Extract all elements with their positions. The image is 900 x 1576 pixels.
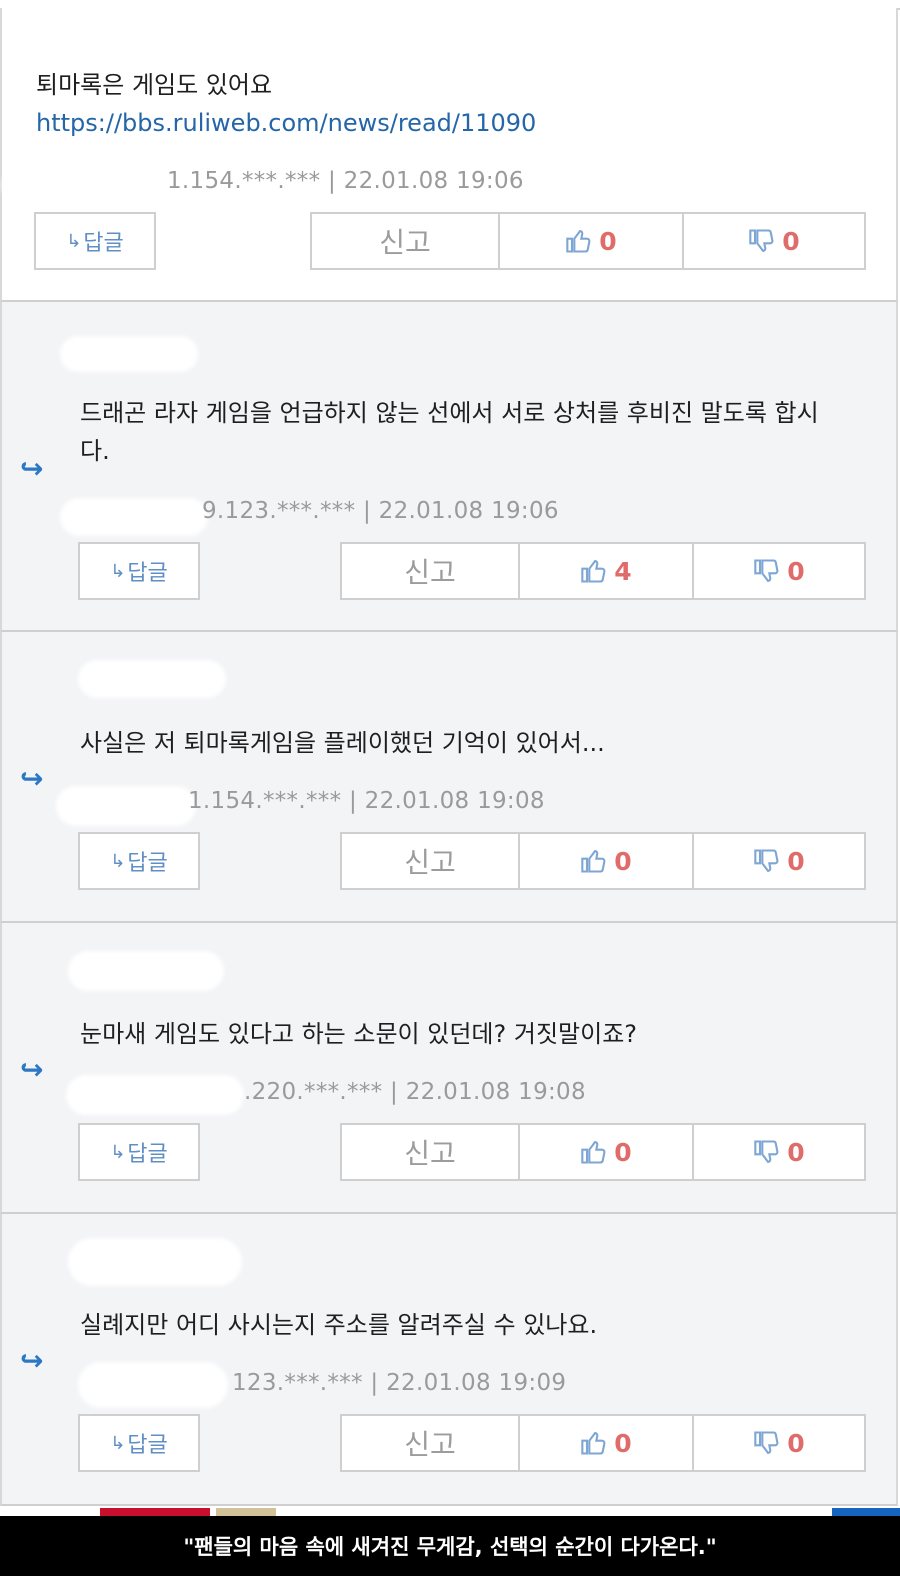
comment-line: 퇴마록은 게임도 있어요: [36, 71, 273, 99]
reply-button[interactable]: ↳ 답글: [78, 542, 200, 600]
reply-button[interactable]: ↳ 답글: [78, 832, 200, 890]
comment-item: 눈마새 게임도 있다고 하는 소문이 있던데? 거짓말이죠? ↪ .220.**…: [0, 923, 898, 1214]
action-group: 신고 4 0: [340, 542, 866, 600]
downvote-button[interactable]: 0: [692, 1125, 864, 1179]
thumbs-down-icon: [754, 1431, 779, 1454]
reply-arrow-icon: ↳: [110, 560, 126, 582]
comment-link[interactable]: https://bbs.ruliweb.com/news/read/11090: [36, 104, 536, 142]
reply-label: 답글: [127, 1433, 168, 1458]
report-label: 신고: [404, 1137, 456, 1170]
upvote-count: 0: [614, 1137, 632, 1167]
reply-label: 답글: [127, 851, 168, 876]
redacted-author: [2, 168, 152, 202]
action-group: 신고 0 0: [340, 832, 866, 890]
action-group: 신고 0 0: [340, 1414, 866, 1472]
upvote-count: 0: [614, 846, 632, 876]
comment-text: 사실은 저 퇴마록게임을 플레이했던 기억이 있어서...: [80, 724, 605, 762]
downvote-count: 0: [787, 1137, 805, 1167]
downvote-button[interactable]: 0: [692, 544, 864, 598]
comment-meta: 1.154.***.*** | 22.01.08 19:08: [188, 788, 545, 814]
thumbs-up-icon: [566, 230, 591, 253]
reply-arrow-icon: ↳: [110, 1141, 126, 1163]
redacted-avatar: [68, 1238, 242, 1286]
action-group: 신고 0 0: [340, 1123, 866, 1181]
thumbs-up-icon: [581, 560, 606, 583]
thumbs-down-icon: [754, 559, 779, 582]
upvote-button[interactable]: 4: [518, 544, 692, 598]
report-label: 신고: [404, 846, 456, 879]
redacted-avatar: [78, 660, 226, 698]
report-label: 신고: [379, 226, 431, 259]
redacted-author: [60, 498, 208, 536]
comment-item: 사실은 저 퇴마록게임을 플레이했던 기억이 있어서... ↪ 1.154.**…: [0, 632, 898, 923]
downvote-button[interactable]: 0: [692, 1416, 864, 1470]
action-group: 신고 0 0: [310, 212, 866, 270]
reply-indicator-icon: ↪: [20, 1344, 44, 1377]
reply-label: 답글: [127, 1142, 168, 1167]
reply-label: 답글: [127, 561, 168, 586]
reply-label: 답글: [83, 231, 124, 256]
downvote-count: 0: [787, 1428, 805, 1458]
reply-button[interactable]: ↳ 답글: [78, 1414, 200, 1472]
report-button[interactable]: 신고: [342, 544, 518, 598]
thumbs-down-icon: [754, 1140, 779, 1163]
upvote-count: 4: [614, 556, 632, 586]
upvote-button[interactable]: 0: [518, 1125, 692, 1179]
comment-meta: 9.123.***.*** | 22.01.08 19:06: [202, 498, 559, 524]
report-button[interactable]: 신고: [342, 1125, 518, 1179]
redacted-author: [56, 786, 196, 826]
reply-button[interactable]: ↳ 답글: [78, 1123, 200, 1181]
report-button[interactable]: 신고: [342, 834, 518, 888]
comment-line: 다.: [80, 437, 110, 465]
comment-item: 드래곤 라자 게임을 언급하지 않는 선에서 서로 상처를 후비진 말도록 합시…: [0, 302, 898, 632]
reply-arrow-icon: ↳: [110, 850, 126, 872]
reply-button[interactable]: ↳ 답글: [34, 212, 156, 270]
comment-item: 실례지만 어디 사시는지 주소를 알려주실 수 있나요. ↪ 123.***.*…: [0, 1214, 898, 1506]
upvote-button[interactable]: 0: [518, 834, 692, 888]
comment-line: 눈마새 게임도 있다고 하는 소문이 있던데? 거짓말이죠?: [80, 1020, 638, 1048]
redacted-avatar: [60, 336, 198, 372]
thumbs-down-icon: [754, 849, 779, 872]
comment-text: 드래곤 라자 게임을 언급하지 않는 선에서 서로 상처를 후비진 말도록 합시…: [80, 394, 870, 470]
comment-item: 퇴마록은 게임도 있어요 https://bbs.ruliweb.com/new…: [0, 8, 898, 302]
thumbs-up-icon: [581, 850, 606, 873]
downvote-count: 0: [782, 226, 800, 256]
thumbs-up-icon: [581, 1432, 606, 1455]
footer-caption: "팬들의 마음 속에 새겨진 무게감, 선택의 순간이 다가온다.": [0, 1516, 900, 1576]
reply-indicator-icon: ↪: [20, 1053, 44, 1086]
upvote-button[interactable]: 0: [518, 1416, 692, 1470]
comment-text: 실례지만 어디 사시는지 주소를 알려주실 수 있나요.: [80, 1306, 597, 1344]
upvote-button[interactable]: 0: [498, 214, 682, 268]
report-button[interactable]: 신고: [342, 1416, 518, 1470]
upvote-count: 0: [614, 1428, 632, 1458]
downvote-count: 0: [787, 846, 805, 876]
redacted-author: [78, 1362, 228, 1408]
report-button[interactable]: 신고: [312, 214, 498, 268]
report-label: 신고: [404, 556, 456, 589]
reply-arrow-icon: ↳: [66, 230, 82, 252]
comment-meta: .220.***.*** | 22.01.08 19:08: [244, 1079, 586, 1105]
comment-line: 사실은 저 퇴마록게임을 플레이했던 기억이 있어서...: [80, 729, 605, 757]
reply-indicator-icon: ↪: [20, 762, 44, 795]
reply-indicator-icon: ↪: [20, 452, 44, 485]
comment-meta: 1.154.***.*** | 22.01.08 19:06: [167, 168, 524, 194]
comment-line: 실례지만 어디 사시는지 주소를 알려주실 수 있나요.: [80, 1311, 598, 1339]
comment-text: 퇴마록은 게임도 있어요 https://bbs.ruliweb.com/new…: [36, 66, 536, 142]
reply-arrow-icon: ↳: [110, 1432, 126, 1454]
upvote-count: 0: [599, 226, 617, 256]
downvote-button[interactable]: 0: [692, 834, 864, 888]
redacted-author: [66, 1075, 244, 1115]
comment-meta: 123.***.*** | 22.01.08 19:09: [232, 1370, 567, 1396]
redacted-avatar: [68, 951, 224, 991]
comment-text: 눈마새 게임도 있다고 하는 소문이 있던데? 거짓말이죠?: [80, 1015, 637, 1053]
thumbs-down-icon: [749, 229, 774, 252]
downvote-count: 0: [787, 556, 805, 586]
thumbs-up-icon: [581, 1141, 606, 1164]
downvote-button[interactable]: 0: [682, 214, 864, 268]
comment-line: 드래곤 라자 게임을 언급하지 않는 선에서 서로 상처를 후비진 말도록 합시: [80, 399, 819, 427]
report-label: 신고: [404, 1428, 456, 1461]
